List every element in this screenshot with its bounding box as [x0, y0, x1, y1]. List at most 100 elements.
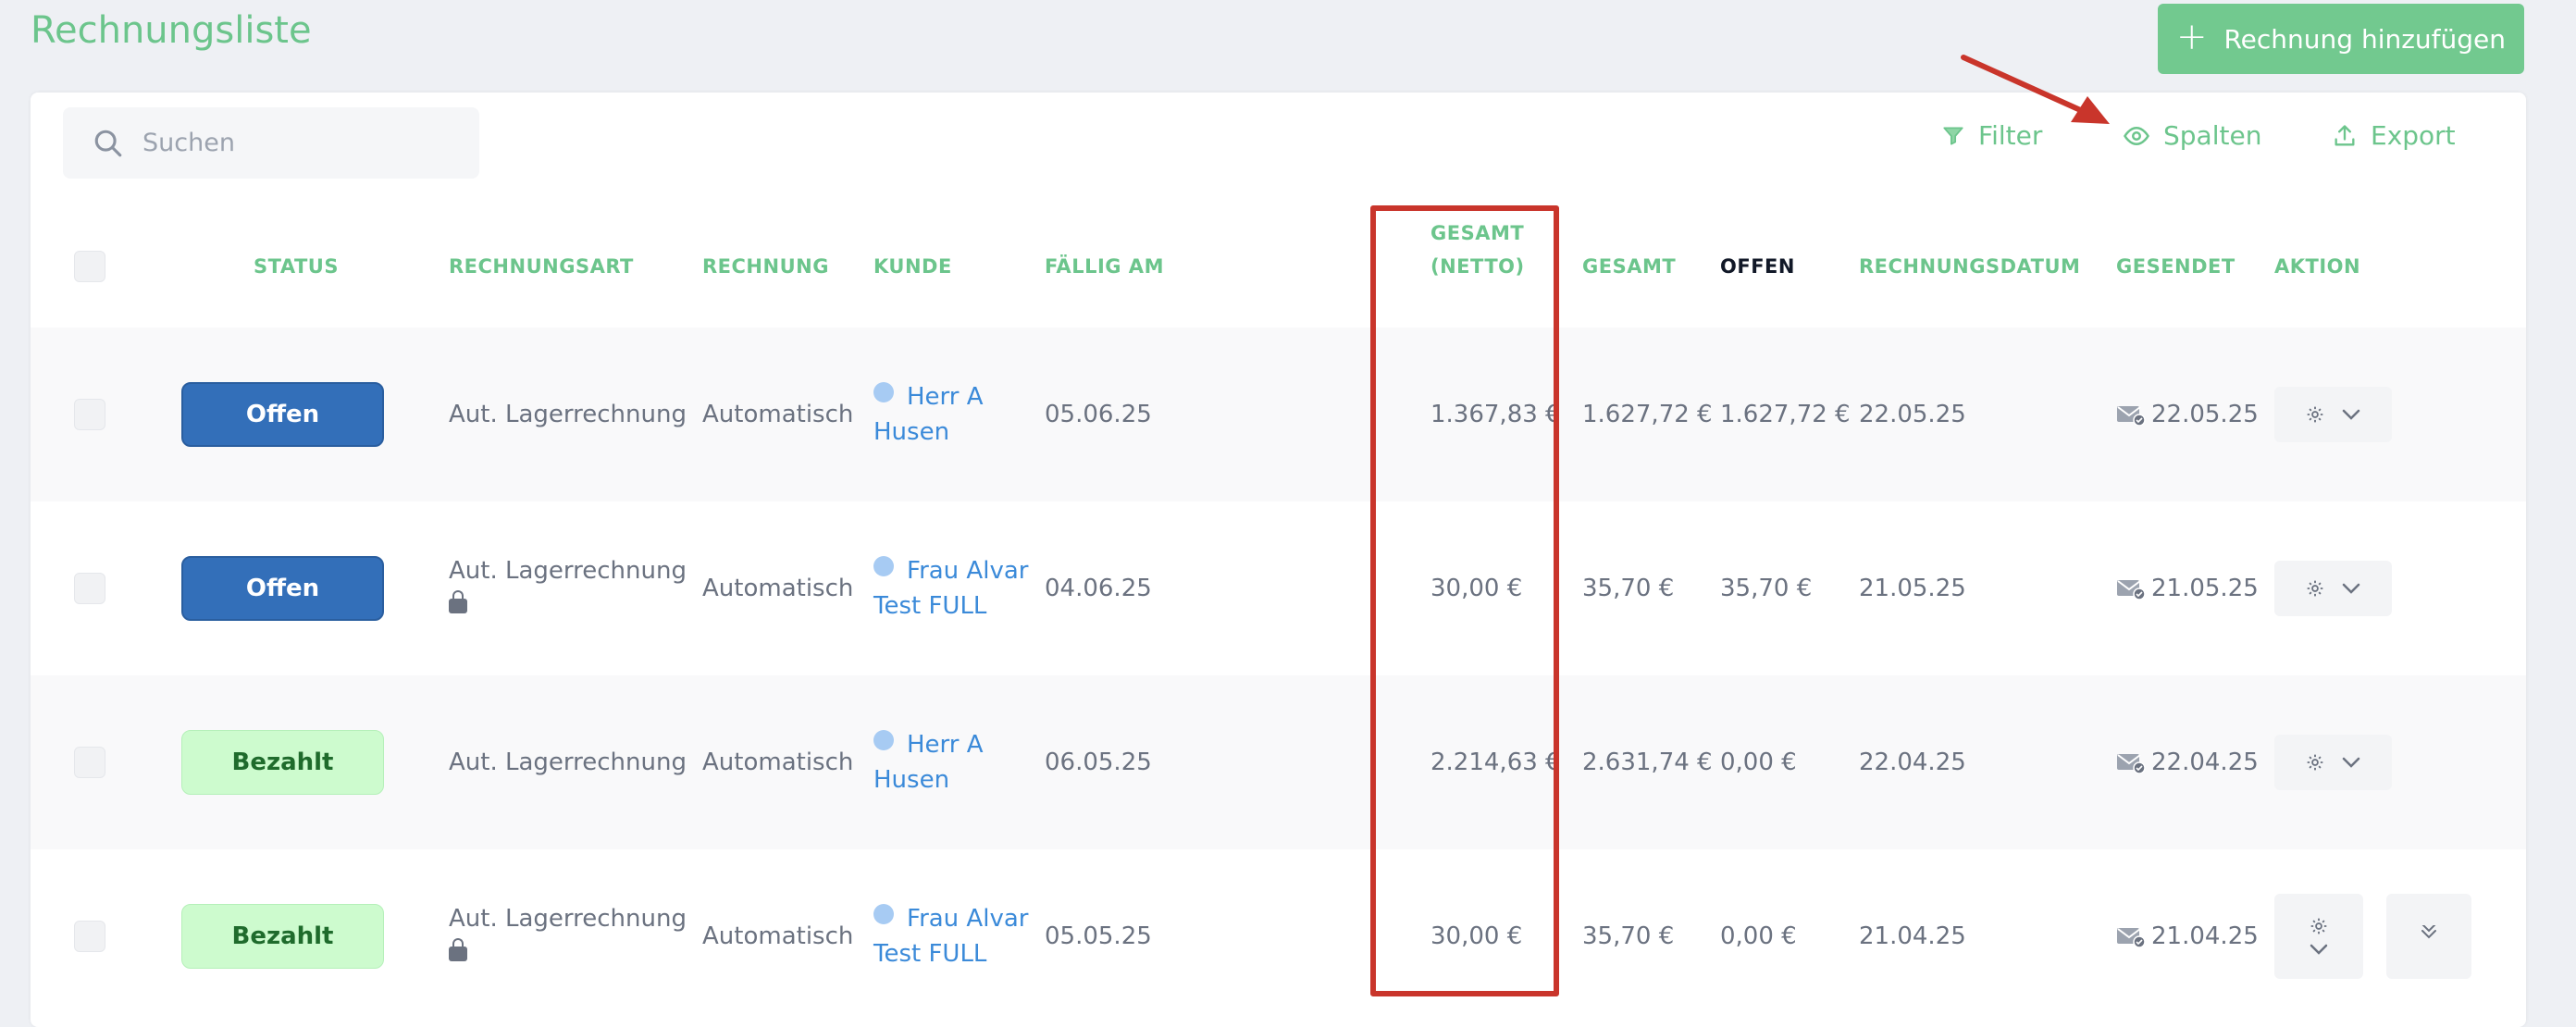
- row-action-menu[interactable]: [2274, 387, 2392, 442]
- gear-icon: [2307, 406, 2322, 423]
- gear-icon: [2310, 918, 2327, 934]
- rechnungsart-text: Aut. Lagerrechnung: [449, 557, 687, 585]
- status-badge[interactable]: Bezahlt: [181, 904, 384, 969]
- invoice-date-cell: 21.04.25: [1859, 922, 1966, 950]
- row-checkbox[interactable]: [74, 399, 105, 430]
- chevron-down-icon: [2342, 409, 2359, 420]
- filter-button[interactable]: Filter: [1941, 120, 2042, 151]
- upload-icon: [2334, 124, 2355, 145]
- row-checkbox[interactable]: [74, 921, 105, 952]
- row-action-menu[interactable]: [2274, 561, 2392, 616]
- header-aktion: AKTION: [2274, 255, 2361, 278]
- open-amount-cell: 0,00 €: [1720, 922, 1797, 950]
- net-total-cell: 30,00 €: [1430, 922, 1523, 950]
- rechnungsart-text: Aut. Lagerrechnung: [449, 905, 687, 933]
- total-cell: 35,70 €: [1582, 922, 1675, 950]
- header-status[interactable]: STATUS: [254, 250, 339, 283]
- sent-date-cell: 21.04.25: [2116, 919, 2259, 954]
- total-cell: 35,70 €: [1582, 575, 1675, 602]
- status-badge[interactable]: Bezahlt: [181, 730, 384, 795]
- select-all-checkbox[interactable]: [74, 251, 105, 282]
- invoice-date-cell: 22.05.25: [1859, 401, 1966, 428]
- table-row[interactable]: Offen Aut. Lagerrechnung Automatisch Her…: [31, 328, 2526, 501]
- status-badge[interactable]: Offen: [181, 556, 384, 621]
- chevron-down-icon: [2310, 944, 2328, 955]
- header-gesamt-netto-line1: GESAMT: [1430, 222, 1525, 244]
- net-total-cell: 30,00 €: [1430, 575, 1523, 602]
- customer-link[interactable]: Herr A Husen: [873, 379, 984, 450]
- rechnung-cell: Automatisch: [702, 401, 854, 428]
- row-action-menu[interactable]: [2274, 735, 2392, 790]
- row-checkbox[interactable]: [74, 573, 105, 604]
- header-faellig[interactable]: FÄLLIG AM: [1045, 250, 1164, 283]
- header-gesamt-netto[interactable]: GESAMT (NETTO): [1430, 217, 1525, 283]
- open-amount-cell: 35,70 €: [1720, 575, 1813, 602]
- sent-date-text: 22.05.25: [2151, 401, 2259, 428]
- gear-icon: [2307, 754, 2322, 771]
- mail-sent-icon: [2117, 754, 2146, 773]
- lock-icon: [449, 590, 467, 613]
- header-rechnungsart[interactable]: RECHNUNGSART: [449, 250, 634, 283]
- header-offen[interactable]: OFFEN: [1720, 250, 1795, 283]
- table-row[interactable]: Offen Aut. Lagerrechnung Automatisch Fra…: [31, 501, 2526, 675]
- lock-icon: [449, 938, 467, 961]
- due-date-cell: 06.05.25: [1045, 749, 1152, 776]
- rechnungsart-cell: Aut. Lagerrechnung: [449, 901, 687, 971]
- total-cell: 2.631,74 €: [1582, 749, 1713, 776]
- sent-date-cell: 22.05.25: [2116, 397, 2259, 432]
- invoice-table-card: Filter Spalten Export STATUS RECHNUNGSAR…: [31, 93, 2526, 1027]
- chevron-down-icon: [2342, 583, 2359, 594]
- rechnungsart-cell: Aut. Lagerrechnung: [449, 553, 687, 624]
- filter-label: Filter: [1978, 120, 2043, 151]
- header-gesamt-netto-line2: (NETTO): [1430, 255, 1525, 278]
- customer-name-line1: Herr A: [907, 731, 984, 759]
- customer-link[interactable]: Frau Alvar Test FULL: [873, 901, 1028, 971]
- columns-label: Spalten: [2163, 120, 2262, 151]
- gear-icon: [2307, 580, 2322, 597]
- rechnung-cell: Automatisch: [702, 922, 854, 950]
- filter-icon: [1943, 126, 1963, 145]
- customer-name-line1: Herr A: [907, 383, 984, 411]
- header-gesamt[interactable]: GESAMT: [1582, 250, 1676, 283]
- customer-name-line2: Test FULL: [873, 592, 987, 620]
- rechnung-cell: Automatisch: [702, 749, 854, 776]
- open-amount-cell: 1.627,72 €: [1720, 401, 1851, 428]
- status-badge[interactable]: Offen: [181, 382, 384, 447]
- sent-date-text: 21.04.25: [2151, 922, 2259, 950]
- sent-date-cell: 21.05.25: [2116, 571, 2259, 606]
- due-date-cell: 05.06.25: [1045, 401, 1152, 428]
- columns-button[interactable]: Spalten: [2123, 120, 2261, 151]
- mail-sent-icon: [2117, 928, 2146, 947]
- search-icon: [94, 130, 122, 156]
- search-input[interactable]: [141, 128, 440, 158]
- customer-link[interactable]: Herr A Husen: [873, 727, 984, 798]
- header-gesendet[interactable]: GESENDET: [2116, 250, 2235, 283]
- row-action-menu[interactable]: [2274, 894, 2363, 979]
- sent-date-cell: 22.04.25: [2116, 745, 2259, 780]
- mail-sent-icon: [2117, 406, 2146, 426]
- net-total-cell: 2.214,63 €: [1430, 749, 1561, 776]
- header-rechnungsdatum[interactable]: RECHNUNGSDATUM: [1859, 250, 2080, 283]
- net-total-cell: 1.367,83 €: [1430, 401, 1561, 428]
- external-link-icon: [873, 730, 894, 750]
- sent-date-text: 22.04.25: [2151, 749, 2259, 776]
- chevron-down-icon: [2342, 757, 2359, 768]
- customer-link[interactable]: Frau Alvar Test FULL: [873, 553, 1028, 624]
- header-kunde[interactable]: KUNDE: [873, 250, 952, 283]
- customer-name-line1: Frau Alvar: [907, 557, 1029, 585]
- rechnungsart-cell: Aut. Lagerrechnung: [449, 401, 687, 428]
- add-invoice-button[interactable]: + Rechnung hinzufügen: [2158, 4, 2524, 74]
- plus-icon: +: [2175, 16, 2208, 58]
- mail-sent-icon: [2117, 580, 2146, 600]
- export-button[interactable]: Export: [2332, 120, 2456, 151]
- table-row[interactable]: Bezahlt Aut. Lagerrechnung Automatisch F…: [31, 849, 2526, 1023]
- row-checkbox[interactable]: [74, 747, 105, 778]
- search-box[interactable]: [63, 107, 479, 179]
- table-row[interactable]: Bezahlt Aut. Lagerrechnung Automatisch H…: [31, 675, 2526, 849]
- double-chevron-down-icon: [2421, 925, 2436, 939]
- external-link-icon: [873, 904, 894, 924]
- customer-name-line2: Husen: [873, 766, 950, 794]
- expand-row-button[interactable]: [2386, 894, 2471, 979]
- external-link-icon: [873, 382, 894, 402]
- header-rechnung[interactable]: RECHNUNG: [702, 250, 829, 283]
